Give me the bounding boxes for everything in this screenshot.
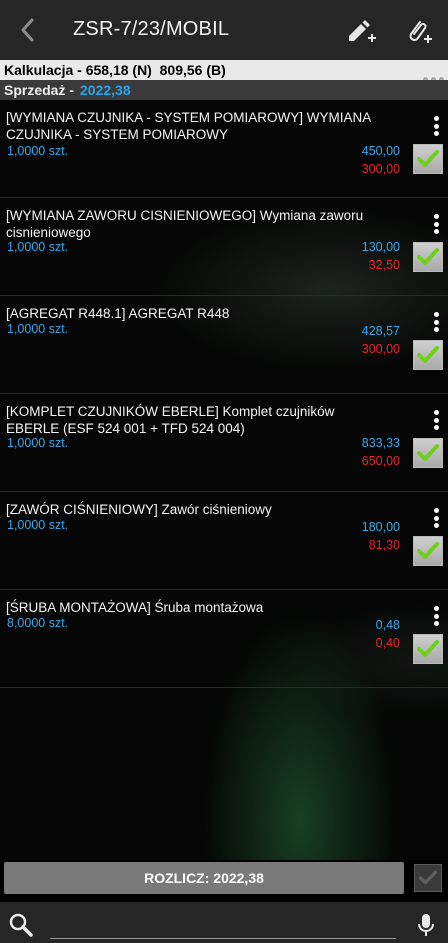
item-price: 130,00 (361, 240, 400, 254)
settle-checkbox[interactable] (414, 864, 442, 892)
item-cost: 300,00 (361, 162, 400, 176)
item-quantity: 1,0000 szt. (7, 436, 69, 450)
item-quantity: 1,0000 szt. (7, 144, 69, 158)
list-item[interactable]: [ŚRUBA MONTAŻOWA] Śruba montażowa 8,0000… (0, 590, 448, 688)
item-checkbox[interactable] (413, 634, 443, 664)
microphone-icon[interactable] (416, 912, 436, 938)
item-price: 0,48 (375, 618, 400, 632)
item-name: [AGREGAT R448.1] AGREGAT R448 (6, 306, 230, 321)
list-item[interactable]: [ZAWÓR CIŚNIENIOWY] Zawór ciśnieniowy 1,… (0, 492, 448, 590)
check-icon (418, 870, 438, 885)
sale-value: 2022,38 (80, 82, 131, 98)
chevron-left-icon (21, 18, 34, 42)
attachment-add-button[interactable] (400, 14, 434, 48)
item-cost: 300,00 (361, 342, 400, 356)
search-input[interactable] (50, 912, 396, 939)
item-menu-button[interactable] (429, 312, 443, 332)
item-price: 428,57 (361, 324, 400, 338)
check-icon (417, 542, 439, 559)
item-list: [WYMIANA CZUJNIKA - SYSTEM POMIAROWY] WY… (0, 100, 448, 688)
item-checkbox[interactable] (413, 438, 443, 468)
item-menu-button[interactable] (429, 508, 443, 528)
item-menu-button[interactable] (429, 214, 443, 234)
check-icon (417, 248, 439, 265)
list-item[interactable]: [WYMIANA CZUJNIKA - SYSTEM POMIAROWY] WY… (0, 100, 448, 198)
edit-add-icon (349, 20, 376, 42)
check-icon (417, 150, 439, 167)
app-bar: ZSR-7/23/MOBIL (0, 0, 448, 60)
item-menu-button[interactable] (429, 116, 443, 136)
sale-row: Sprzedaż - 2022,38 (0, 80, 448, 100)
item-name: [ŚRUBA MONTAŻOWA] Śruba montażowa (6, 600, 264, 615)
item-menu-button[interactable] (429, 606, 443, 626)
calculation-row: Kalkulacja - 658,18 (N) 809,56 (B) (0, 60, 448, 82)
item-price: 833,33 (361, 436, 400, 450)
sale-label: Sprzedaż - (4, 82, 75, 98)
list-item[interactable]: [AGREGAT R448.1] AGREGAT R448 1,0000 szt… (0, 296, 448, 394)
back-button[interactable] (14, 14, 42, 46)
search-bar (0, 902, 448, 943)
item-price: 450,00 (361, 144, 400, 158)
item-checkbox[interactable] (413, 242, 443, 272)
calculation-label: Kalkulacja - 658,18 (N) 809,56 (B) (4, 62, 226, 78)
item-cost: 81,30 (368, 538, 400, 552)
edit-add-button[interactable] (344, 14, 378, 48)
item-name: [ZAWÓR CIŚNIENIOWY] Zawór ciśnieniowy (6, 502, 272, 517)
item-quantity: 1,0000 szt. (7, 322, 69, 336)
item-checkbox[interactable] (413, 536, 443, 566)
item-name: [WYMIANA CZUJNIKA - SYSTEM POMIAROWY] WY… (6, 110, 371, 142)
item-price: 180,00 (361, 520, 400, 534)
settle-button[interactable]: ROZLICZ: 2022,38 (4, 862, 404, 894)
list-item[interactable]: [KOMPLET CZUJNIKÓW EBERLE] Komplet czujn… (0, 394, 448, 492)
item-checkbox[interactable] (413, 340, 443, 370)
item-checkbox[interactable] (413, 144, 443, 174)
item-name: [KOMPLET CZUJNIKÓW EBERLE] Komplet czujn… (6, 404, 335, 436)
check-icon (417, 346, 439, 363)
item-cost: 32,50 (368, 258, 400, 272)
item-quantity: 1,0000 szt. (7, 240, 69, 254)
item-cost: 650,00 (361, 454, 400, 468)
item-quantity: 8,0000 szt. (7, 616, 69, 630)
item-cost: 0,40 (375, 636, 400, 650)
item-menu-button[interactable] (429, 410, 443, 430)
search-icon[interactable] (8, 912, 34, 938)
page-title: ZSR-7/23/MOBIL (73, 18, 230, 40)
check-icon (417, 640, 439, 657)
item-name: [WYMIANA ZAWORU CISNIENIOWEGO] Wymiana z… (6, 208, 364, 240)
check-icon (417, 444, 439, 461)
list-item[interactable]: [WYMIANA ZAWORU CISNIENIOWEGO] Wymiana z… (0, 198, 448, 296)
item-quantity: 1,0000 szt. (7, 518, 69, 532)
attachment-add-icon (409, 21, 432, 43)
